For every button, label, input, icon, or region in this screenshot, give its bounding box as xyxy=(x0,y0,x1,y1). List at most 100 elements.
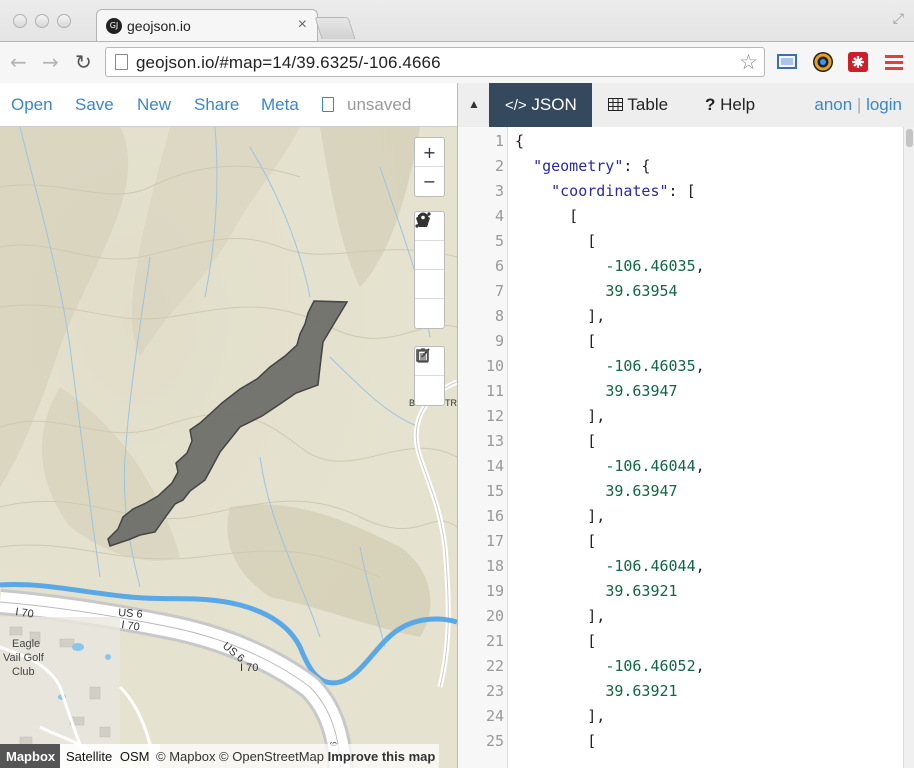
line-number: 24 xyxy=(485,707,504,725)
code-text[interactable]: ], xyxy=(515,707,605,725)
code-text[interactable]: [ xyxy=(515,232,596,250)
new-tab-button[interactable] xyxy=(314,17,356,39)
code-text[interactable]: "coordinates": [ xyxy=(515,182,696,200)
auth-separator: | xyxy=(856,95,862,114)
i70-label: I 70 xyxy=(15,606,35,620)
layer-osm[interactable]: OSM xyxy=(120,749,150,764)
zoom-window-button[interactable] xyxy=(57,14,71,28)
browser-tab[interactable]: GJ geojson.io × xyxy=(96,9,318,41)
improve-map-link[interactable]: Improve this map xyxy=(328,749,436,764)
code-text[interactable]: [ xyxy=(515,532,596,550)
code-text[interactable]: [ xyxy=(515,332,596,350)
code-text[interactable]: 39.63947 xyxy=(515,382,677,400)
login-link[interactable]: login xyxy=(866,95,902,114)
scrollbar-thumb[interactable] xyxy=(906,129,913,147)
reload-icon[interactable]: ↻ xyxy=(75,50,92,74)
address-bar[interactable]: geojson.io/#map=14/39.6325/-106.4666 ☆ xyxy=(105,47,765,77)
code-text[interactable]: -106.46052, xyxy=(515,657,704,675)
meta-menu[interactable]: Meta xyxy=(261,95,299,115)
delete-layers-button[interactable] xyxy=(415,348,444,405)
code-line: 17 [ xyxy=(458,532,903,557)
json-editor[interactable]: 1{2 "geometry": {3 "coordinates": [4 [5 … xyxy=(458,127,903,768)
code-text[interactable]: "geometry": { xyxy=(515,157,650,175)
i70-shield-label: I 70 xyxy=(240,662,258,674)
code-text[interactable]: { xyxy=(515,132,524,150)
line-number: 18 xyxy=(485,557,504,575)
tab-close-icon[interactable]: × xyxy=(298,16,307,34)
code-text[interactable]: ], xyxy=(515,607,605,625)
chrome-menu-icon[interactable] xyxy=(883,51,905,73)
line-number: 1 xyxy=(494,132,504,150)
line-number: 2 xyxy=(494,157,504,175)
browser-chrome: GJ geojson.io × ⤢ ← → ↻ geojson.io/#map=… xyxy=(0,0,914,83)
code-text[interactable]: -106.46044, xyxy=(515,557,704,575)
minimize-window-button[interactable] xyxy=(35,14,49,28)
cast-screen-icon[interactable] xyxy=(776,51,798,73)
zoom-in-button[interactable]: + xyxy=(415,138,444,167)
browser-toolbar: ← → ↻ geojson.io/#map=14/39.6325/-106.46… xyxy=(0,41,914,83)
code-line: 1{ xyxy=(458,132,903,157)
code-text[interactable]: ], xyxy=(515,307,605,325)
share-menu[interactable]: Share xyxy=(194,95,239,115)
geojson-favicon-icon: GJ xyxy=(106,18,122,34)
draw-rectangle-button[interactable] xyxy=(415,215,444,299)
zoom-out-button[interactable]: − xyxy=(415,167,444,196)
line-number: 11 xyxy=(485,382,504,400)
code-text[interactable]: -106.46035, xyxy=(515,357,704,375)
code-text[interactable]: [ xyxy=(515,432,596,450)
fullscreen-icon[interactable]: ⤢ xyxy=(893,10,904,27)
mapbox-logo[interactable]: Mapbox xyxy=(0,744,60,768)
close-window-button[interactable] xyxy=(13,14,27,28)
collapse-panel-icon[interactable]: ▲ xyxy=(468,97,480,111)
code-line: 19 39.63921 xyxy=(458,582,903,607)
code-text[interactable]: ], xyxy=(515,507,605,525)
save-menu[interactable]: Save xyxy=(75,95,114,115)
map-view[interactable]: US 6 I 70 I 70 US 6 I 70 Eagle Vail Golf… xyxy=(0,127,457,768)
code-text[interactable]: [ xyxy=(515,732,596,750)
code-text[interactable]: ], xyxy=(515,407,605,425)
open-menu[interactable]: Open xyxy=(11,95,53,115)
code-text[interactable]: [ xyxy=(515,207,578,225)
color-wheel-extension-icon[interactable] xyxy=(812,51,834,73)
map-footer: Mapbox Satellite OSM © Mapbox © OpenStre… xyxy=(0,744,457,768)
line-number: 17 xyxy=(485,532,504,550)
url-text[interactable]: geojson.io/#map=14/39.6325/-106.4666 xyxy=(136,53,441,73)
draw-polygon-button[interactable] xyxy=(415,213,444,270)
tab-help[interactable]: ? Help xyxy=(705,83,775,127)
lastpass-extension-icon[interactable] xyxy=(847,51,869,73)
code-text[interactable]: 39.63921 xyxy=(515,682,677,700)
save-status: unsaved xyxy=(347,95,412,114)
tab-table[interactable]: Table xyxy=(608,83,696,127)
map-canvas[interactable]: US 6 I 70 I 70 US 6 I 70 Eagle Vail Golf… xyxy=(0,127,457,768)
code-line: 23 39.63921 xyxy=(458,682,903,707)
code-text[interactable]: 39.63921 xyxy=(515,582,677,600)
line-number: 6 xyxy=(494,257,504,275)
code-line: 15 39.63947 xyxy=(458,482,903,507)
page-icon xyxy=(115,54,128,70)
user-link[interactable]: anon xyxy=(814,95,852,114)
code-text[interactable]: 39.63947 xyxy=(515,482,677,500)
code-text[interactable]: 39.63954 xyxy=(515,282,677,300)
line-number: 7 xyxy=(494,282,504,300)
code-line: 13 [ xyxy=(458,432,903,457)
code-text[interactable]: [ xyxy=(515,632,596,650)
i70-label: I 70 xyxy=(121,619,141,633)
code-text[interactable]: -106.46035, xyxy=(515,257,704,275)
code-text[interactable]: -106.46044, xyxy=(515,457,704,475)
code-line: 11 39.63947 xyxy=(458,382,903,407)
new-menu[interactable]: New xyxy=(137,95,171,115)
editor-scrollbar[interactable] xyxy=(903,127,914,768)
line-number: 13 xyxy=(485,432,504,450)
attribution-text[interactable]: © Mapbox © OpenStreetMap xyxy=(156,749,324,764)
tab-help-label: Help xyxy=(720,95,756,114)
tab-table-label: Table xyxy=(627,95,669,114)
back-arrow-icon[interactable]: ← xyxy=(10,50,27,74)
draw-marker-button[interactable] xyxy=(415,212,444,328)
bookmark-star-icon[interactable]: ☆ xyxy=(739,50,758,75)
layer-satellite[interactable]: Satellite xyxy=(66,749,112,764)
forward-arrow-icon[interactable]: → xyxy=(42,50,59,74)
edit-control xyxy=(414,346,445,406)
tab-json[interactable]: </> JSON xyxy=(489,83,592,127)
code-line: 21 [ xyxy=(458,632,903,657)
line-number: 3 xyxy=(494,182,504,200)
